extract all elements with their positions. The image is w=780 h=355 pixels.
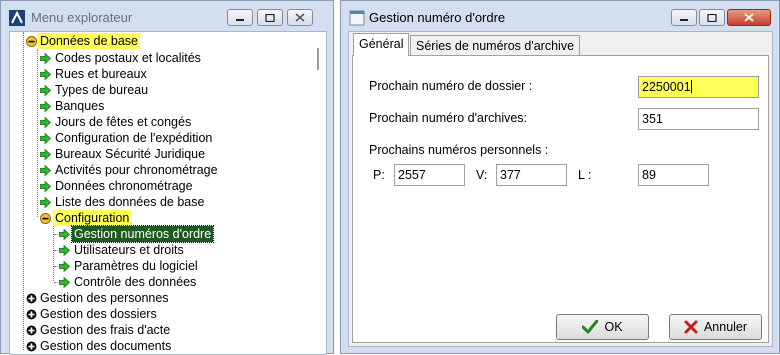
expand-icon	[26, 293, 37, 304]
explorer-tree[interactable]: Données de base Codes postaux et localit…	[9, 31, 327, 355]
tree-label: Configuration	[53, 210, 132, 226]
checkmark-icon	[582, 320, 599, 334]
explorer-window: Menu explorateur Données de base Codes p…	[0, 0, 334, 355]
explorer-title: Menu explorateur	[31, 10, 133, 25]
tree-label: Gestion des dossiers	[40, 307, 157, 321]
close-button[interactable]	[287, 9, 313, 26]
archives-label: Prochain numéro d'archives:	[369, 111, 528, 125]
l-label: L :	[578, 168, 592, 182]
tab-general[interactable]: Général	[353, 33, 410, 56]
dialog-body: Général Séries de numéros d'archive Proc…	[348, 31, 773, 347]
tree-label: Banques	[55, 99, 105, 113]
tree-label: Rues et bureaux	[55, 67, 147, 81]
dialog-icon	[349, 10, 365, 26]
close-icon	[295, 13, 305, 22]
p-number-field[interactable]: 2557	[394, 164, 465, 186]
expand-icon	[26, 309, 37, 320]
minimize-button[interactable]	[671, 9, 697, 26]
l-number-value: 89	[642, 168, 656, 182]
tree-line	[54, 282, 58, 283]
maximize-icon	[265, 13, 275, 22]
maximize-icon	[707, 13, 717, 22]
maximize-button[interactable]	[699, 9, 725, 26]
tree-label: Paramètres du logiciel	[74, 259, 198, 273]
tree-label: Types de bureau	[55, 83, 149, 97]
v-number-field[interactable]: 377	[496, 164, 567, 186]
green-arrow-icon	[59, 277, 70, 288]
tree-line	[54, 266, 58, 267]
v-number-value: 377	[500, 168, 521, 182]
green-arrow-icon	[40, 69, 51, 80]
tree-label: Données chronométrage	[55, 179, 193, 193]
general-tab-panel: Prochain numéro de dossier : 2250001 Pro…	[352, 55, 769, 343]
cancel-button[interactable]: Annuler	[669, 314, 762, 340]
tree-label: Gestion des personnes	[40, 291, 169, 305]
green-arrow-icon	[40, 181, 51, 192]
dialog-title: Gestion numéro d'ordre	[369, 10, 506, 25]
l-number-field[interactable]: 89	[638, 164, 709, 186]
close-button[interactable]	[727, 9, 771, 26]
green-arrow-icon	[40, 53, 51, 64]
green-arrow-icon	[59, 229, 70, 240]
explorer-titlebar[interactable]: Menu explorateur	[1, 1, 333, 33]
text-cursor	[690, 80, 692, 93]
green-arrow-icon	[59, 261, 70, 272]
x-icon	[684, 320, 698, 334]
tree-label: Gestion des documents	[40, 339, 172, 353]
dossier-number-value: 2250001	[642, 80, 691, 94]
p-label: P:	[373, 168, 385, 182]
tree-label: Données de base	[38, 33, 140, 49]
collapse-icon	[26, 36, 37, 47]
maximize-button[interactable]	[257, 9, 283, 26]
archives-number-value: 351	[642, 112, 663, 126]
tree-label: Configuration de l'expédition	[55, 131, 213, 145]
tree-line	[54, 250, 58, 251]
ok-button[interactable]: OK	[556, 314, 649, 340]
green-arrow-icon	[59, 245, 70, 256]
green-arrow-icon	[40, 101, 51, 112]
tree-label: Codes postaux et localités	[55, 51, 201, 65]
minimize-button[interactable]	[227, 9, 253, 26]
green-arrow-icon	[40, 197, 51, 208]
dialog-window: Gestion numéro d'ordre Général Séries de…	[340, 0, 780, 354]
ok-button-label: OK	[604, 320, 623, 334]
archives-number-field[interactable]: 351	[638, 108, 759, 130]
tree-label: Utilisateurs et droits	[74, 243, 184, 257]
tree-line	[37, 49, 38, 217]
v-label: V:	[476, 168, 488, 182]
green-arrow-icon	[40, 117, 51, 128]
dossier-number-field[interactable]: 2250001	[638, 76, 759, 98]
dialog-titlebar[interactable]: Gestion numéro d'ordre	[341, 1, 779, 33]
tree-scrollbar[interactable]	[317, 48, 319, 70]
personnels-label: Prochains numéros personnels :	[369, 143, 549, 157]
green-arrow-icon	[40, 133, 51, 144]
expand-icon	[26, 341, 37, 352]
tree-label: Activités pour chronométrage	[55, 163, 218, 177]
tab-series-archive[interactable]: Séries de numéros d'archive	[410, 35, 581, 55]
tree-label: Bureaux Sécurité Juridique	[55, 147, 206, 161]
collapse-icon	[40, 213, 51, 224]
green-arrow-icon	[40, 149, 51, 160]
tree-label: Liste des données de base	[55, 195, 205, 209]
app-icon	[9, 10, 25, 26]
minimize-icon	[680, 18, 688, 21]
green-arrow-icon	[40, 165, 51, 176]
dossier-label: Prochain numéro de dossier :	[369, 79, 533, 93]
tree-line	[23, 32, 24, 350]
green-arrow-icon	[40, 85, 51, 96]
minimize-icon	[236, 18, 244, 21]
p-number-value: 2557	[398, 168, 426, 182]
tree-line	[54, 234, 58, 235]
tree-label: Contrôle des données	[74, 275, 197, 289]
tree-label-selected: Gestion numéros d'ordre	[70, 225, 215, 243]
cancel-button-label: Annuler	[703, 320, 748, 334]
tree-label: Gestion des frais d'acte	[40, 323, 171, 337]
tree-label: Jours de fêtes et congés	[55, 115, 192, 129]
expand-icon	[26, 325, 37, 336]
close-icon	[744, 13, 754, 22]
